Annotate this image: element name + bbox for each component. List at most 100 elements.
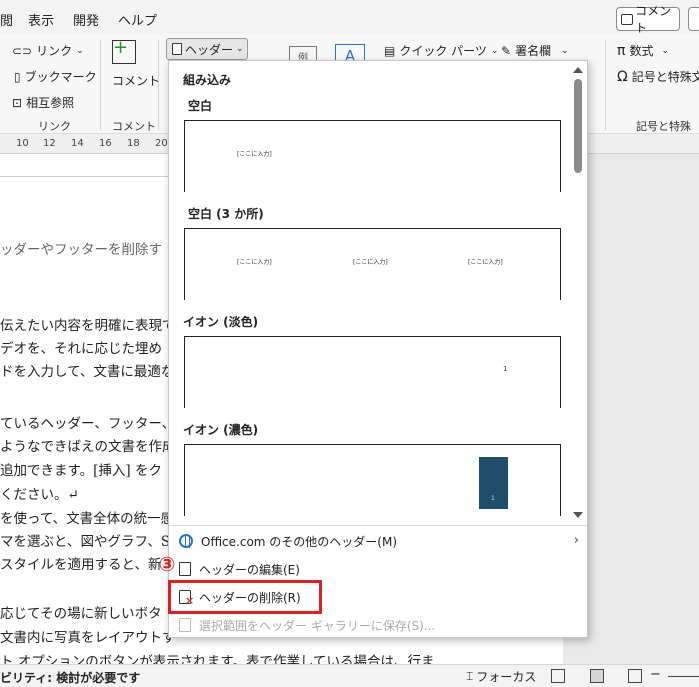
- chevron-down-icon: ⌄: [561, 45, 569, 56]
- new-comment-icon: +: [112, 39, 136, 64]
- header-dropdown-button[interactable]: ヘッダー ⌄: [166, 38, 248, 60]
- highlight-box: [168, 580, 322, 614]
- zoom-slider[interactable]: [668, 676, 699, 677]
- signature-line-button[interactable]: ✎ 署名欄 ⌄: [501, 42, 569, 59]
- chevron-down-icon: ⌄: [76, 45, 84, 56]
- quick-parts-icon: ▤: [384, 43, 396, 58]
- gallery-item-ion-dark[interactable]: 1: [184, 444, 561, 516]
- more-headers-label: Office.com のその他のヘッダー(M): [201, 534, 398, 549]
- header-icon: [172, 43, 182, 55]
- save-selection-label: 選択範囲をヘッダー ギャラリーに保存(S)...: [199, 618, 436, 633]
- link-icon: ⊂⊃: [12, 43, 33, 58]
- bookmark-label: ブックマーク: [24, 70, 97, 84]
- chevron-down-icon: ⌄: [236, 44, 244, 54]
- scroll-up-icon[interactable]: [573, 67, 583, 73]
- doc-line: ください。↵: [0, 487, 79, 503]
- doc-line: デオを、それに応じた埋め: [0, 341, 162, 357]
- omega-icon: Ω: [617, 68, 628, 85]
- menu-help[interactable]: ヘルプ: [118, 10, 157, 29]
- ruler-tick: 14: [71, 138, 84, 149]
- page-number: 1: [503, 365, 508, 373]
- gallery-item-blank-three-columns[interactable]: [ここに入力] [ここに入力] [ここに入力]: [184, 228, 561, 300]
- quick-parts-label: クイック パーツ: [399, 44, 487, 58]
- ruler-tick: 12: [43, 138, 56, 149]
- chevron-right-icon: ›: [573, 533, 579, 548]
- ruler-tick: 16: [99, 138, 112, 149]
- print-layout-icon[interactable]: [590, 669, 604, 683]
- doc-line: スタイルを適用すると、新: [0, 557, 162, 573]
- editing-button[interactable]: [688, 7, 699, 31]
- page-number: 1: [491, 495, 495, 502]
- more-headers-from-office-item[interactable]: Office.com のその他のヘッダー(M) ›: [179, 529, 579, 553]
- status-bar: ビリティ: 検討が必要です ⌶ フォーカス −: [0, 664, 699, 687]
- new-comment-button[interactable]: + コメント: [112, 39, 161, 89]
- web-layout-icon[interactable]: [628, 669, 642, 683]
- ruler-tick: 10: [16, 138, 29, 149]
- gallery-item-ion-light[interactable]: 1: [184, 336, 561, 408]
- quick-parts-button[interactable]: ▤ クイック パーツ ⌄: [384, 42, 498, 59]
- accessibility-status[interactable]: ビリティ: 検討が必要です: [0, 669, 140, 686]
- scroll-down-icon[interactable]: [573, 512, 583, 518]
- save-selection-to-gallery-item: 選択範囲をヘッダー ギャラリーに保存(S)...: [179, 613, 579, 637]
- ribbon-separator: [100, 40, 101, 130]
- gallery-item-blank[interactable]: [ここに入力]: [184, 120, 561, 192]
- bookmark-icon: ▯: [14, 69, 21, 84]
- new-comment-label: コメント: [112, 74, 161, 88]
- cross-reference-label: 相互参照: [26, 96, 75, 110]
- placeholder-text: [ここに入力]: [237, 151, 272, 158]
- doc-line: を使って、文書全体の統一感: [0, 511, 175, 527]
- doc-line: 追加できます。[挿入] をク: [0, 463, 162, 479]
- doc-line: 応じてその場に新しいボタ: [0, 606, 162, 622]
- focus-icon: ⌶: [466, 669, 474, 683]
- doc-line: 文書内に写真をレイアウトす: [0, 630, 176, 646]
- signature-icon: ✎: [501, 43, 512, 58]
- step-number-annotation: ③: [158, 552, 176, 576]
- comments-button[interactable]: コメント: [616, 4, 680, 35]
- menu-review[interactable]: 閲: [0, 10, 13, 29]
- placeholder-text: [ここに入力]: [468, 259, 503, 266]
- menu-developer[interactable]: 開発: [73, 10, 99, 29]
- comments-button-label: コメント: [635, 4, 672, 35]
- header-gallery-dropdown: 組み込み 空白 [ここに入力] 空白 (3 か所) [ここに入力] [ここに入力…: [168, 60, 588, 638]
- doc-line: ッダーやフッターを削除す: [0, 242, 162, 258]
- bookmark-button[interactable]: ▯ ブックマーク: [14, 68, 97, 85]
- cross-reference-button[interactable]: ⊡ 相互参照: [12, 94, 74, 111]
- menu-view[interactable]: 表示: [28, 10, 54, 29]
- gallery-item-title: 空白: [188, 99, 213, 113]
- zoom-out-icon[interactable]: −: [650, 667, 661, 682]
- symbols-label: 記号と特殊文: [631, 70, 699, 84]
- symbols-button[interactable]: Ω 記号と特殊文: [617, 68, 699, 85]
- ruler-tick: 20: [155, 138, 168, 149]
- ribbon-separator: [605, 40, 606, 130]
- scrollbar-thumb[interactable]: [574, 79, 582, 173]
- doc-line: ト オプションのボタンが表示されます。表で作業している場合は、行ま: [0, 654, 435, 664]
- equation-button[interactable]: π 数式 ⌄: [617, 42, 669, 59]
- doc-line: ようなできばえの文書を作成: [0, 439, 176, 455]
- group-label-comments: コメント: [112, 120, 156, 133]
- comment-icon: [621, 13, 634, 25]
- doc-line: ドを入力して、文書に最適な: [0, 364, 175, 380]
- doc-line: 伝えたい内容を明確に表現で: [0, 318, 176, 334]
- header-button-label: ヘッダー: [185, 42, 234, 57]
- link-label: リンク: [36, 44, 73, 58]
- globe-icon: [179, 534, 193, 548]
- ribbon-separator: [158, 40, 159, 130]
- link-button[interactable]: ⊂⊃ リンク ⌄: [12, 42, 84, 59]
- gallery-item-title: イオン (淡色): [183, 315, 259, 329]
- pi-icon: π: [617, 42, 626, 59]
- read-mode-icon[interactable]: [551, 669, 565, 683]
- edit-header-item[interactable]: ヘッダーの編集(E): [179, 557, 579, 581]
- placeholder-text: [ここに入力]: [353, 259, 388, 266]
- focus-label: フォーカス: [476, 670, 537, 684]
- placeholder-text: [ここに入力]: [237, 259, 272, 266]
- cross-reference-icon: ⊡: [12, 95, 23, 110]
- menu-bar: 閲 表示 開発 ヘルプ コメント: [0, 0, 699, 35]
- chevron-down-icon: ⌄: [661, 45, 669, 56]
- ruler-tick: 18: [127, 138, 140, 149]
- equation-label: 数式: [629, 44, 654, 58]
- gallery-item-title: 空白 (3 か所): [188, 207, 264, 221]
- menu-divider: [169, 525, 587, 526]
- gallery-section-title: 組み込み: [183, 73, 232, 87]
- doc-line: マを選ぶと、図やグラフ、S: [0, 534, 171, 550]
- focus-mode-button[interactable]: ⌶ フォーカス: [466, 668, 536, 685]
